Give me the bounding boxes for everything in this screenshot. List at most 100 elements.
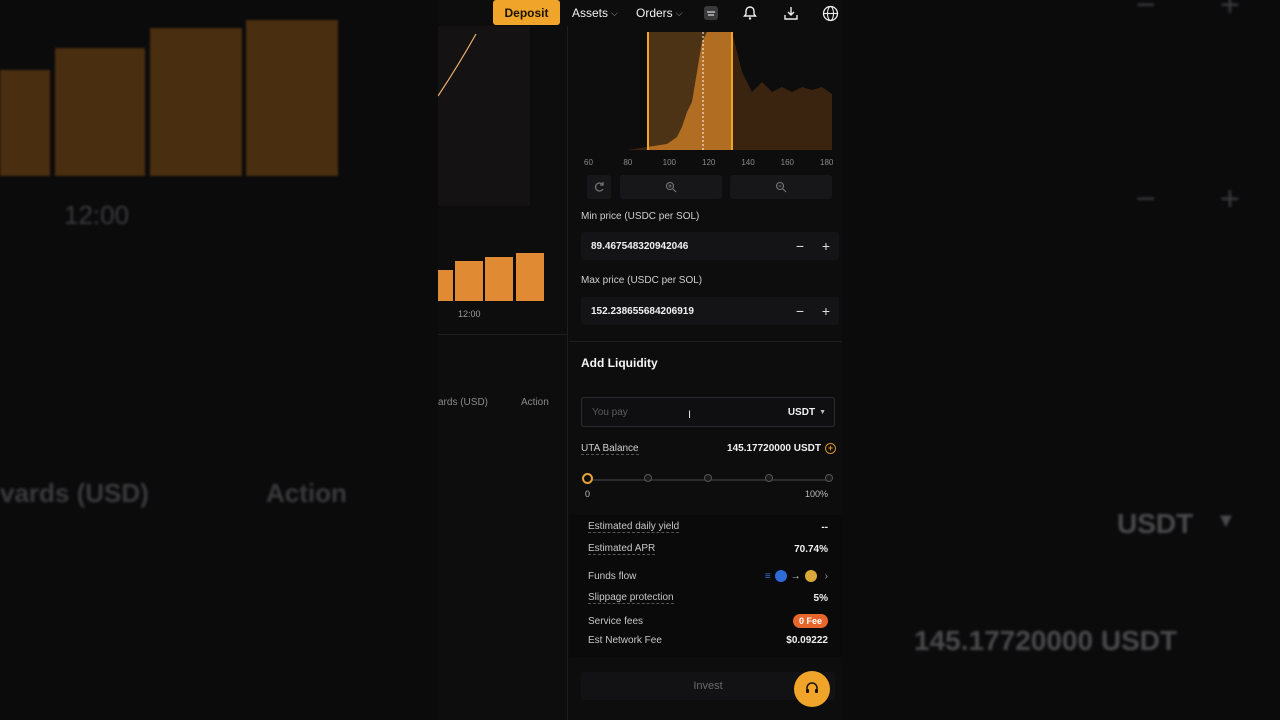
network-fee-label: Est Network Fee bbox=[588, 635, 662, 646]
min-price-increment-button[interactable]: + bbox=[813, 238, 839, 254]
divider bbox=[569, 341, 842, 342]
chevron-down-icon: ⌵ bbox=[675, 7, 683, 18]
min-price-label: Min price (USDC per SOL) bbox=[581, 211, 700, 222]
ghost-time-label: 12:00 bbox=[64, 200, 130, 230]
deposit-button[interactable]: Deposit bbox=[493, 0, 560, 25]
ghost-col-rewards: vards (USD) bbox=[0, 478, 149, 508]
axis-tick-label: 80 bbox=[623, 158, 633, 167]
axis-tick-label: 180 bbox=[820, 158, 834, 167]
funds-flow-row[interactable]: Funds flow ≡ → › bbox=[588, 570, 828, 582]
slider-max-label: 100% bbox=[805, 489, 829, 499]
network-fee-row: Est Network Fee $0.09222 bbox=[588, 635, 828, 646]
axis-tick-label: 140 bbox=[741, 158, 755, 167]
support-chat-button[interactable] bbox=[794, 671, 830, 707]
pay-amount-input[interactable] bbox=[592, 406, 772, 418]
balance-value-group: 145.17720000 USDT + bbox=[727, 443, 836, 454]
ghost-plus-icon: + bbox=[1220, 180, 1240, 218]
service-fees-label: Service fees bbox=[588, 615, 644, 627]
add-funds-icon[interactable]: + bbox=[825, 443, 836, 454]
axis-tick-label: 120 bbox=[702, 158, 716, 167]
ghost-col-action: Action bbox=[266, 478, 347, 508]
axis-tick-label: 60 bbox=[584, 158, 593, 167]
column-rewards: ards (USD) bbox=[438, 397, 489, 408]
max-price-value[interactable]: 152.238655684206919 bbox=[591, 306, 787, 317]
refresh-icon bbox=[595, 182, 604, 192]
volume-bar bbox=[455, 261, 483, 301]
ghost-minus-icon: − bbox=[1136, 180, 1156, 218]
daily-yield-value: -- bbox=[821, 521, 828, 533]
network-fee-value: $0.09222 bbox=[786, 635, 828, 646]
zoom-out-button[interactable] bbox=[730, 175, 832, 199]
divider bbox=[438, 334, 568, 335]
apr-value: 70.74% bbox=[794, 543, 828, 555]
volume-bar bbox=[516, 253, 544, 301]
balance-value: 145.17720000 USDT bbox=[727, 443, 821, 454]
ghost-minus-icon: − bbox=[1136, 0, 1156, 24]
price-chart-pane: 12:00 ards (USD) Action bbox=[438, 26, 568, 720]
assets-label: Assets bbox=[572, 6, 609, 20]
main-panel: Deposit Assets ⌵ Orders ⌵ 12:00 ards (US… bbox=[438, 0, 842, 720]
apr-row: Estimated APR 70.74% bbox=[588, 543, 828, 555]
chevron-down-icon: ⌵ bbox=[611, 7, 618, 18]
bell-icon[interactable] bbox=[740, 3, 760, 23]
min-price-field[interactable]: 89.467548320942046 − + bbox=[581, 232, 839, 260]
max-price-label: Max price (USDC per SOL) bbox=[581, 275, 703, 286]
orders-menu[interactable]: Orders ⌵ bbox=[636, 6, 683, 20]
slider-step[interactable] bbox=[704, 474, 712, 482]
volume-bar bbox=[485, 257, 513, 301]
max-price-field[interactable]: 152.238655684206919 − + bbox=[581, 297, 839, 325]
service-fees-row: Service fees 0 Fee bbox=[588, 614, 828, 628]
lines-icon: ≡ bbox=[764, 570, 771, 582]
slippage-label: Slippage protection bbox=[588, 592, 674, 604]
profile-avatar-icon[interactable] bbox=[701, 3, 721, 23]
ghost-balance: 145.17720000 USDT bbox=[914, 625, 1178, 656]
volume-bar bbox=[438, 270, 453, 301]
funds-flow-label: Funds flow bbox=[588, 570, 637, 582]
download-icon[interactable] bbox=[781, 3, 801, 23]
axis-tick-label: 160 bbox=[780, 158, 795, 167]
assets-menu[interactable]: Assets ⌵ bbox=[572, 6, 618, 20]
max-price-decrement-button[interactable]: − bbox=[787, 303, 813, 319]
chevron-right-icon: › bbox=[824, 570, 828, 582]
ghost-bar bbox=[55, 48, 145, 176]
slider-step[interactable] bbox=[644, 474, 652, 482]
slider-step[interactable] bbox=[825, 474, 833, 482]
min-price-value[interactable]: 89.467548320942046 bbox=[591, 241, 787, 252]
time-axis-label: 12:00 bbox=[458, 309, 481, 319]
ghost-bar bbox=[0, 70, 50, 176]
text-cursor-icon: I bbox=[688, 409, 692, 421]
refresh-button[interactable] bbox=[587, 175, 611, 199]
axis-tick-label: 100 bbox=[662, 158, 677, 167]
top-nav: Deposit Assets ⌵ Orders ⌵ bbox=[438, 0, 842, 26]
slider-min-label: 0 bbox=[585, 489, 591, 499]
price-chart bbox=[438, 26, 544, 301]
balance-label: UTA Balance bbox=[581, 443, 639, 455]
slippage-row: Slippage protection 5% bbox=[588, 592, 828, 604]
currency-label: USDT bbox=[787, 406, 816, 418]
slippage-value: 5% bbox=[813, 592, 828, 604]
slider-step[interactable] bbox=[765, 474, 773, 482]
blurred-background-right: − + − + USDT ▼ 145.17720000 USDT bbox=[842, 0, 1280, 720]
amount-slider[interactable] bbox=[582, 473, 833, 484]
zoom-in-button[interactable] bbox=[620, 175, 722, 199]
ghost-bar bbox=[150, 28, 242, 176]
pay-amount-field[interactable]: USDT ▼ bbox=[581, 397, 835, 427]
ghost-currency: USDT bbox=[1117, 508, 1194, 539]
column-action: Action bbox=[521, 397, 549, 408]
ghost-caret-icon: ▼ bbox=[1216, 510, 1236, 532]
zoom-out-icon bbox=[775, 181, 787, 193]
liquidity-histogram bbox=[587, 32, 832, 150]
funds-flow-path[interactable]: ≡ → › bbox=[765, 570, 828, 582]
sol-coin-icon bbox=[804, 570, 817, 582]
caret-down-icon: ▼ bbox=[819, 408, 826, 416]
currency-select[interactable]: USDT ▼ bbox=[788, 407, 826, 418]
usdc-coin-icon bbox=[774, 570, 787, 582]
max-price-increment-button[interactable]: + bbox=[813, 303, 839, 319]
headset-icon bbox=[806, 682, 818, 693]
slider-handle[interactable] bbox=[582, 473, 593, 484]
blurred-background-left: 12:00 vards (USD) Action bbox=[0, 0, 438, 720]
daily-yield-label: Estimated daily yield bbox=[588, 521, 680, 533]
min-price-decrement-button[interactable]: − bbox=[787, 238, 813, 254]
daily-yield-row: Estimated daily yield -- bbox=[588, 521, 828, 533]
globe-icon[interactable] bbox=[820, 3, 840, 23]
